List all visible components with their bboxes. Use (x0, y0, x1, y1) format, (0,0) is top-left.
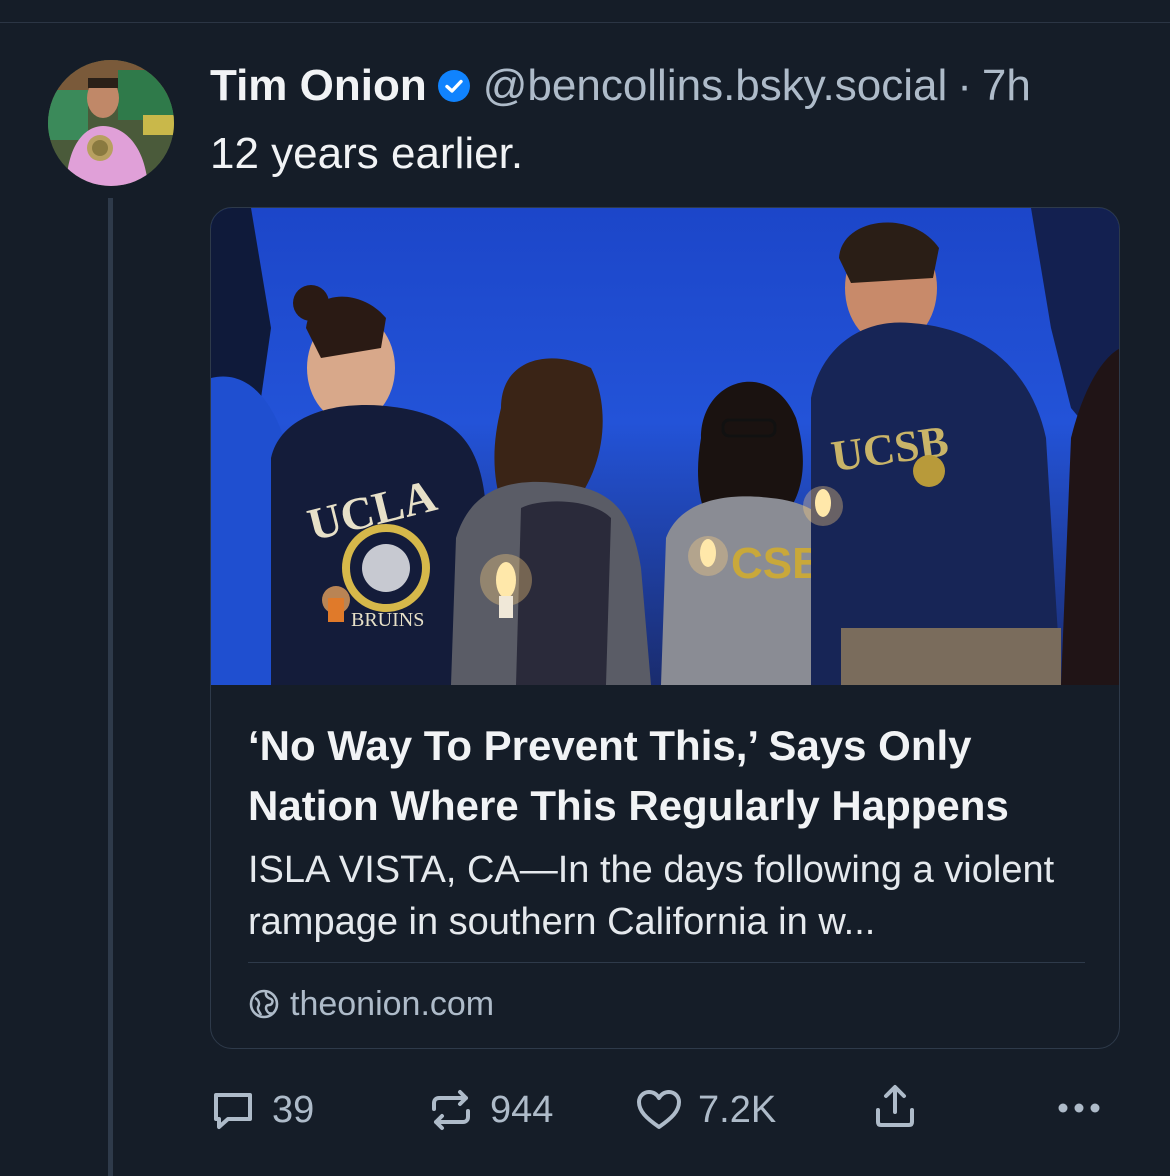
card-divider (248, 962, 1085, 963)
avatar[interactable] (48, 60, 174, 186)
svg-text:BRUINS: BRUINS (351, 609, 424, 631)
link-card[interactable]: UCLA BRUINS CSB UCSB ‘No Way To Prevent … (210, 207, 1120, 1049)
like-button[interactable]: 7.2K (634, 1082, 776, 1138)
heart-icon (637, 1090, 681, 1129)
display-name[interactable]: Tim Onion (210, 60, 427, 112)
post-actions: 39 944 7.2K (208, 1082, 1108, 1138)
thread-line (108, 198, 113, 1176)
share-icon (876, 1085, 914, 1127)
vigil-photo: UCLA BRUINS CSB UCSB (211, 208, 1119, 685)
card-title[interactable]: ‘No Way To Prevent This,’ Says Only Nati… (248, 716, 1088, 836)
verified-check-icon[interactable] (437, 69, 471, 103)
share-button[interactable] (870, 1082, 934, 1132)
reply-button[interactable]: 39 (208, 1082, 314, 1138)
reply-count: 39 (272, 1089, 315, 1131)
repost-icon (432, 1090, 470, 1130)
more-button[interactable] (1054, 1082, 1118, 1132)
repost-count: 944 (490, 1089, 554, 1131)
card-description: ISLA VISTA, CA—In the days following a v… (248, 849, 1055, 943)
card-image[interactable]: UCLA BRUINS CSB UCSB (211, 208, 1119, 685)
avatar-image (48, 60, 174, 186)
globe-icon (249, 989, 279, 1019)
card-domain[interactable]: theonion.com (248, 982, 494, 1026)
like-count: 7.2K (698, 1089, 777, 1131)
post-header: Tim Onion @bencollins.bsky.social · 7h (210, 60, 1031, 112)
top-divider (0, 22, 1170, 23)
more-icon (1058, 1103, 1100, 1113)
card-domain-text: theonion.com (290, 985, 495, 1023)
timestamp[interactable]: 7h (982, 60, 1031, 112)
repost-button[interactable]: 944 (426, 1082, 553, 1138)
svg-text:CSB: CSB (731, 539, 824, 588)
post-text: 12 years earlier. (210, 129, 524, 178)
reply-icon (214, 1093, 252, 1129)
handle[interactable]: @bencollins.bsky.social (483, 60, 948, 112)
separator-dot: · (957, 61, 972, 110)
